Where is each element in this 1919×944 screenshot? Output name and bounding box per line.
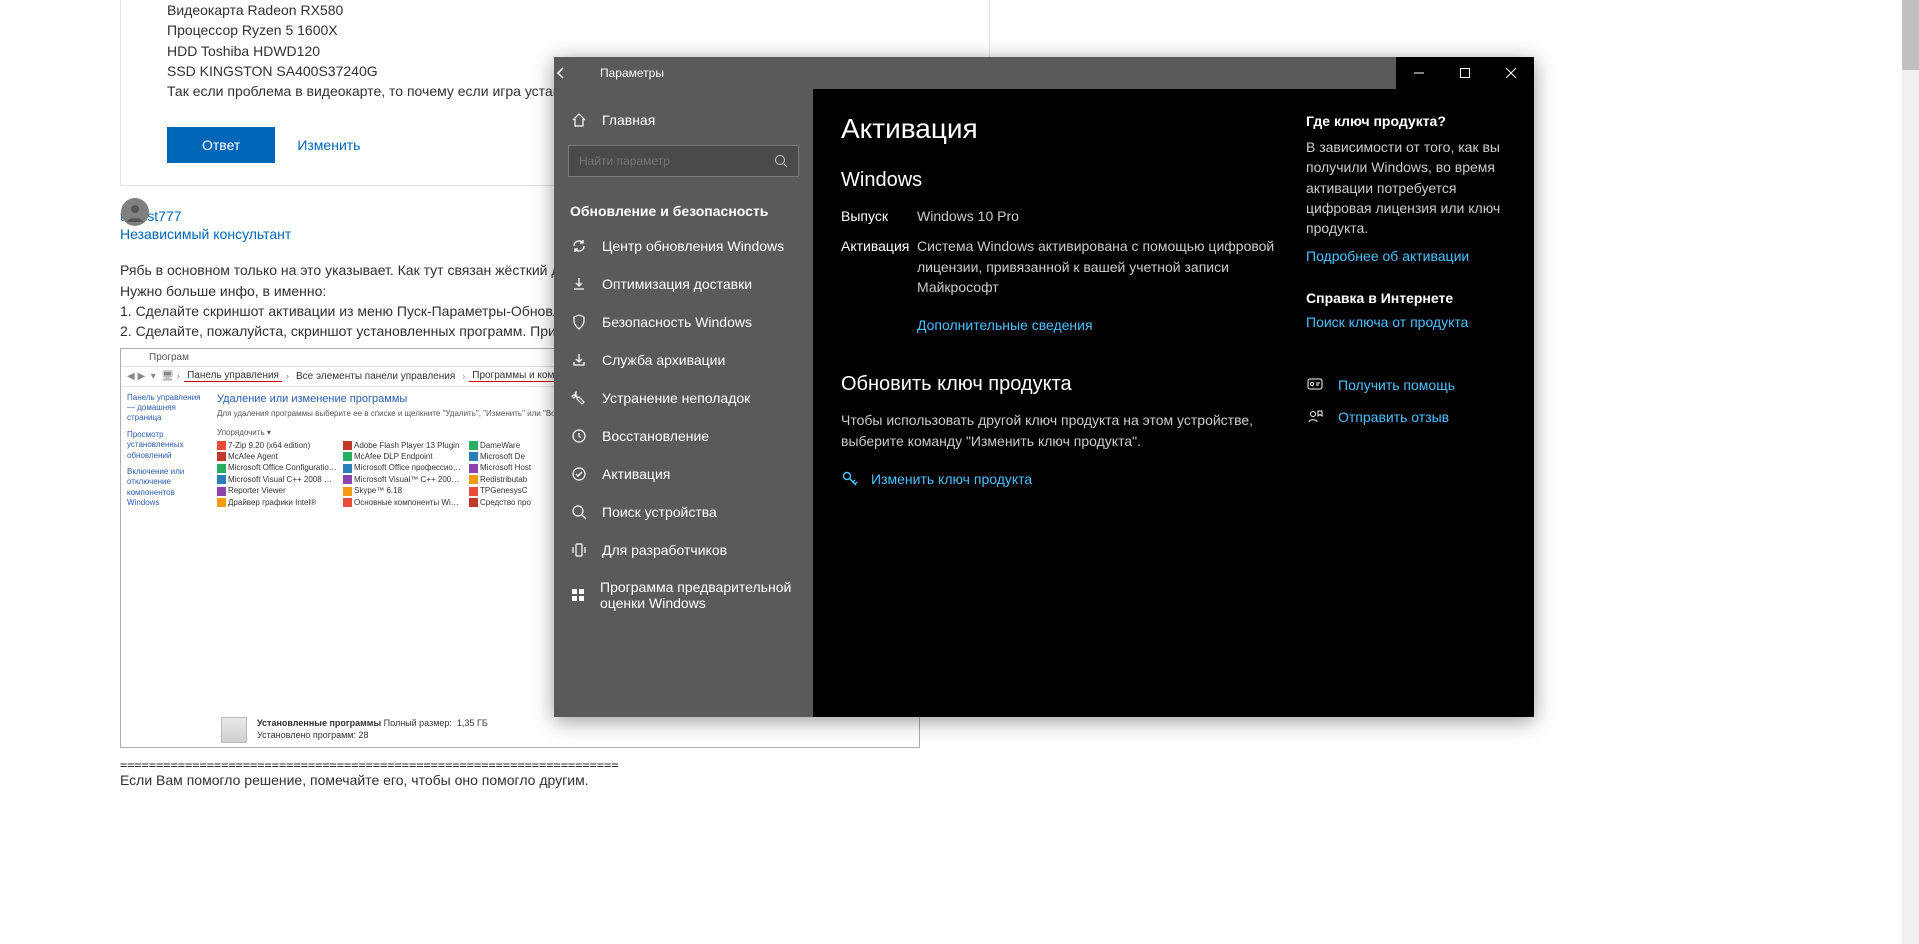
embed-footer: Установленные программы Полный размер: 1… [221,717,488,743]
find-key-link[interactable]: Поиск ключа от продукта [1306,314,1468,330]
side-text: В зависимости от того, как вы получили W… [1306,137,1506,238]
insider-icon [570,586,586,604]
feedback-icon [1306,408,1324,426]
feedback-link[interactable]: Отправить отзыв [1306,408,1506,426]
sidebar-item-label: Главная [602,112,655,128]
reply-footer-note: Если Вам помогло решение, помечайте его,… [120,772,990,788]
search-icon [774,154,788,168]
post-line: Процессор Ryzen 5 1600X [167,20,967,40]
avatar[interactable] [121,198,149,226]
sync-icon [570,237,588,255]
sidebar-item-sync[interactable]: Центр обновления Windows [554,227,813,265]
maximize-button[interactable] [1442,57,1488,89]
backup-icon [570,351,588,369]
section-heading: Обновить ключ продукта [841,373,1276,396]
activation-info-link[interactable]: Подробнее об активации [1306,248,1469,264]
shield-icon [570,313,588,331]
delivery-icon [570,275,588,293]
sidebar-item-find[interactable]: Поиск устройства [554,493,813,531]
page-title: Активация [841,113,1276,145]
sidebar-item-dev[interactable]: Для разработчиков [554,531,813,569]
sidebar-item-label: Восстановление [602,428,709,444]
window-title: Параметры [594,66,1396,80]
help-icon [1306,376,1324,394]
get-help-link[interactable]: Получить помощь [1306,376,1506,394]
change-key-link[interactable]: Изменить ключ продукта [841,470,1276,488]
recovery-icon [570,427,588,445]
sidebar-item-recovery[interactable]: Восстановление [554,417,813,455]
content-sidebar: Где ключ продукта? В зависимости от того… [1306,113,1506,693]
embed-sidebar: Панель управления — домашняя страница Пр… [121,387,211,715]
key-icon [841,470,859,488]
sidebar-item-label: Устранение неполадок [602,390,750,406]
side-heading: Справка в Интернете [1306,290,1506,306]
sidebar-item-label: Центр обновления Windows [602,238,784,254]
reply-button[interactable]: Ответ [167,127,275,163]
sidebar-item-troubleshoot[interactable]: Устранение неполадок [554,379,813,417]
section-heading: Windows [841,169,1276,192]
sidebar-item-label: Для разработчиков [602,542,727,558]
settings-sidebar: Главная Обновление и безопасность Центр … [554,89,813,717]
titlebar: Параметры [554,57,1534,89]
sidebar-item-activation[interactable]: Активация [554,455,813,493]
activation-label: Активация [841,236,917,297]
sidebar-item-label: Активация [602,466,670,482]
activation-value: Система Windows активирована с помощью ц… [917,236,1276,297]
find-icon [570,503,588,521]
minimize-button[interactable] [1396,57,1442,89]
dev-icon [570,541,588,559]
separator: ========================================… [120,758,990,772]
close-button[interactable] [1488,57,1534,89]
side-heading: Где ключ продукта? [1306,113,1506,129]
more-info-link[interactable]: Дополнительные сведения [917,317,1093,333]
post-line: Видеокарта Radeon RX580 [167,0,967,20]
settings-window: Параметры Главная Обновление и безопасно… [554,57,1534,717]
troubleshoot-icon [570,389,588,407]
update-key-description: Чтобы использовать другой ключ продукта … [841,410,1276,452]
sidebar-item-label: Оптимизация доставки [602,276,752,292]
sidebar-item-label: Поиск устройства [602,504,717,520]
search-input[interactable] [568,145,799,177]
edition-value: Windows 10 Pro [917,206,1019,226]
sidebar-item-insider[interactable]: Программа предварительной оценки Windows [554,569,813,621]
section-header: Обновление и безопасность [554,191,813,227]
sidebar-item-label: Программа предварительной оценки Windows [600,579,797,611]
sidebar-item-delivery[interactable]: Оптимизация доставки [554,265,813,303]
sidebar-item-label: Безопасность Windows [602,314,752,330]
activation-icon [570,465,588,483]
page-scrollbar[interactable] [1902,0,1919,944]
edition-label: Выпуск [841,206,917,226]
content-main: Активация Windows Выпуск Windows 10 Pro … [841,113,1276,693]
edit-link[interactable]: Изменить [297,137,360,153]
sidebar-item-home[interactable]: Главная [554,101,813,139]
home-icon [570,111,588,129]
sidebar-item-backup[interactable]: Служба архивации [554,341,813,379]
sidebar-item-shield[interactable]: Безопасность Windows [554,303,813,341]
back-button[interactable] [554,66,594,80]
sidebar-item-label: Служба архивации [602,352,725,368]
